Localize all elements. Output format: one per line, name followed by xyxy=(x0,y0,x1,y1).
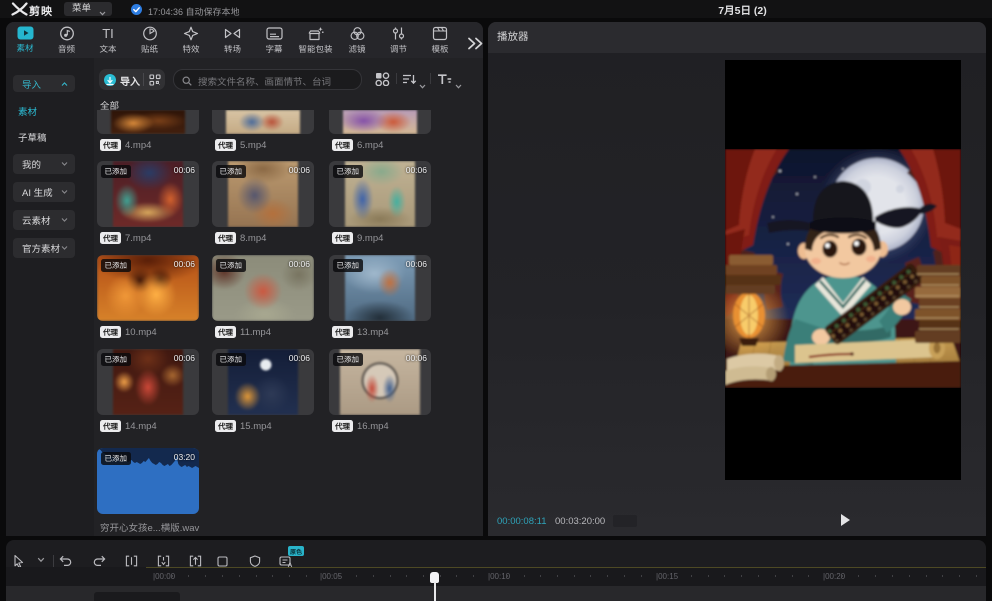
svg-text:TI: TI xyxy=(102,26,114,41)
